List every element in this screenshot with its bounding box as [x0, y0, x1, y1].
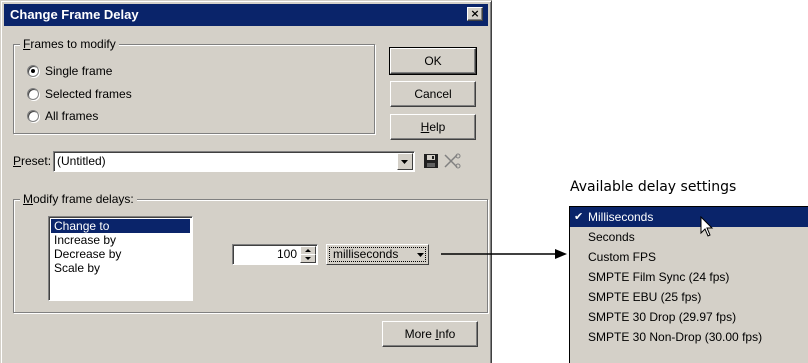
- available-delay-settings-label: Available delay settings: [570, 179, 737, 195]
- menu-item-custom-fps[interactable]: Custom FPS: [570, 247, 808, 267]
- checkmark-icon: ✔: [574, 210, 584, 223]
- radio-single-frame[interactable]: Single frame: [27, 64, 112, 78]
- modify-type-listbox[interactable]: Change to Increase by Decrease by Scale …: [48, 216, 193, 301]
- preset-value: (Untitled): [57, 154, 106, 168]
- preset-label: Preset:: [13, 154, 52, 168]
- menu-item-smpte-film-sync[interactable]: SMPTE Film Sync (24 fps): [570, 267, 808, 287]
- delay-amount-value: 100: [276, 247, 297, 261]
- spin-down-button[interactable]: [300, 254, 316, 263]
- close-button[interactable]: ×: [467, 7, 483, 21]
- preset-combo[interactable]: (Untitled): [53, 151, 415, 172]
- mouse-pointer-icon: [700, 216, 714, 237]
- radio-all-frames[interactable]: All frames: [27, 109, 98, 123]
- chevron-down-icon: [401, 160, 408, 164]
- menu-item-seconds[interactable]: Seconds: [570, 227, 808, 247]
- delay-unit-value: milliseconds: [333, 247, 399, 261]
- delay-amount-field[interactable]: 100: [232, 244, 318, 265]
- radio-button[interactable]: [27, 65, 39, 77]
- radio-button[interactable]: [27, 88, 39, 100]
- title-bar[interactable]: Change Frame Delay ×: [4, 4, 488, 26]
- delete-preset-icon[interactable]: [443, 153, 461, 169]
- menu-item-milliseconds[interactable]: ✔ Milliseconds: [570, 207, 808, 227]
- ok-button[interactable]: OK: [389, 47, 477, 75]
- list-item[interactable]: Increase by: [51, 233, 190, 247]
- change-frame-delay-dialog: Change Frame Delay × Frames to modify Si…: [0, 0, 492, 363]
- menu-item-smpte-ebu[interactable]: SMPTE EBU (25 fps): [570, 287, 808, 307]
- modify-frame-delays-label: Modify frame delays:: [20, 192, 137, 206]
- list-item[interactable]: Scale by: [51, 261, 190, 275]
- menu-item-smpte-30-non-drop[interactable]: SMPTE 30 Non-Drop (30.00 fps): [570, 327, 808, 347]
- chevron-down-icon: [417, 253, 424, 257]
- connector-arrow: [441, 249, 567, 259]
- delay-settings-dropdown-list: ✔ Milliseconds Seconds Custom FPS SMPTE …: [569, 206, 808, 363]
- list-item[interactable]: Decrease by: [51, 247, 190, 261]
- dialog-title: Change Frame Delay: [10, 7, 139, 22]
- list-item[interactable]: Change to: [51, 219, 190, 233]
- radio-selected-frames[interactable]: Selected frames: [27, 87, 132, 101]
- delay-unit-button[interactable]: milliseconds: [326, 244, 429, 265]
- frames-to-modify-label: Frames to modify: [20, 37, 119, 51]
- save-preset-icon[interactable]: [423, 153, 439, 169]
- more-info-button[interactable]: More Info: [382, 321, 478, 347]
- help-button[interactable]: Help: [390, 114, 476, 140]
- preset-dropdown-button[interactable]: [397, 153, 413, 170]
- chevron-down-icon: [305, 257, 311, 260]
- chevron-up-icon: [305, 249, 311, 252]
- radio-button[interactable]: [27, 110, 39, 122]
- menu-item-smpte-30-drop[interactable]: SMPTE 30 Drop (29.97 fps): [570, 307, 808, 327]
- cancel-button[interactable]: Cancel: [390, 81, 476, 107]
